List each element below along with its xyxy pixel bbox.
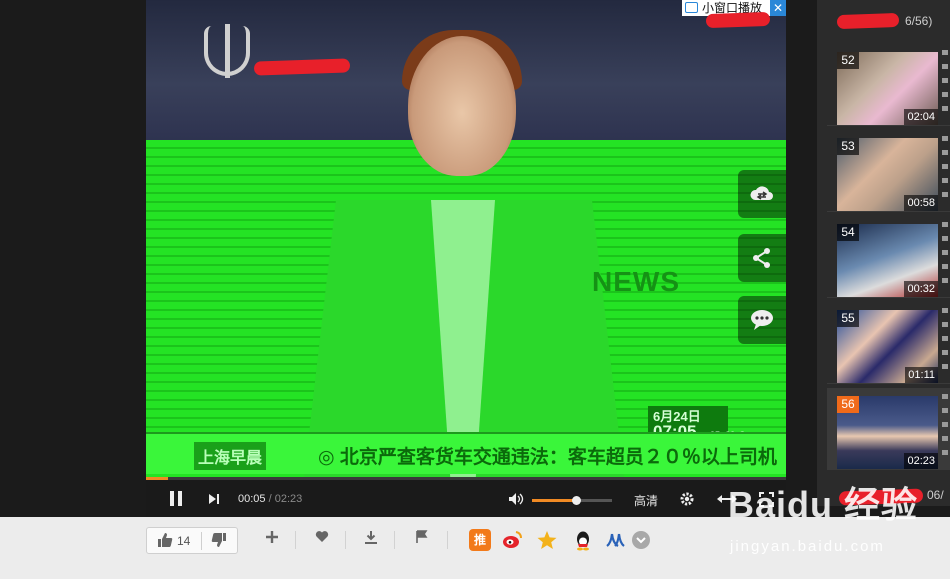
item-duration: 00:58 bbox=[904, 195, 938, 211]
playlist-item[interactable]: 54 00:32 bbox=[827, 216, 950, 298]
volume-knob[interactable] bbox=[572, 496, 581, 505]
like-dislike-group: 14 bbox=[146, 527, 238, 554]
weibo-icon[interactable] bbox=[501, 529, 523, 551]
volume-icon bbox=[509, 493, 524, 505]
qq-icon[interactable] bbox=[572, 529, 594, 551]
divider bbox=[394, 531, 395, 549]
settings-icon bbox=[680, 492, 694, 506]
pause-button[interactable] bbox=[168, 490, 184, 507]
close-icon[interactable]: ✕ bbox=[770, 0, 786, 16]
share-icon bbox=[753, 248, 770, 268]
ticker-text: ◎ 北京严查客货车交通违法：客车超员２０％以上司机 bbox=[318, 447, 777, 468]
download-icon bbox=[365, 531, 377, 544]
ticker-program-label: 上海早晨 bbox=[194, 442, 267, 470]
favorite-heart-icon bbox=[315, 531, 329, 542]
player-control-bar: 00:05 / 02:23 高清 bbox=[146, 477, 786, 517]
channel-logo-stem bbox=[225, 24, 230, 78]
playlist-item[interactable]: 55 01:11 bbox=[827, 302, 950, 384]
next-icon bbox=[209, 494, 219, 504]
playlist-item-active[interactable]: 56 02:23 bbox=[827, 388, 950, 470]
item-title-snippet bbox=[942, 394, 948, 464]
pause-icon bbox=[170, 491, 182, 506]
total-time: 02:23 bbox=[274, 493, 303, 505]
like-button[interactable] bbox=[155, 532, 175, 552]
item-duration: 02:04 bbox=[904, 109, 938, 125]
item-title-snippet bbox=[942, 308, 948, 378]
cloud-cast-button[interactable] bbox=[738, 170, 786, 218]
time-separator: / bbox=[265, 493, 275, 505]
share-button[interactable] bbox=[738, 234, 786, 282]
item-number: 55 bbox=[837, 310, 859, 327]
comment-icon bbox=[751, 310, 773, 330]
progress-bar[interactable] bbox=[146, 477, 786, 480]
playlist-item[interactable]: 52 02:04 bbox=[827, 44, 950, 126]
thumbs-up-icon bbox=[158, 533, 173, 547]
item-number: 54 bbox=[837, 224, 859, 241]
settings-button[interactable] bbox=[679, 491, 695, 507]
qq-glyph bbox=[577, 531, 589, 551]
divider bbox=[345, 531, 346, 549]
add-button[interactable] bbox=[262, 530, 282, 550]
news-overlay-text: NEWS bbox=[592, 266, 680, 297]
playlist-header: 6/56) bbox=[905, 14, 933, 28]
news-ticker: 上海早晨 ◎ 北京严查客货车交通违法：客车超员２０％以上司机 bbox=[146, 432, 786, 474]
anchor-head bbox=[408, 36, 516, 176]
item-title-snippet bbox=[942, 136, 948, 206]
chevron-down-glyph bbox=[636, 537, 646, 544]
tv-icon bbox=[685, 2, 698, 13]
item-duration: 01:11 bbox=[905, 367, 938, 383]
playback-time: 00:05 / 02:23 bbox=[238, 493, 302, 505]
video-player[interactable]: NEWS 6月24日 07:05 25~29°C 上海早晨 ◎ 北京严查客货车交… bbox=[146, 0, 786, 477]
playlist-footer: 06/ bbox=[927, 488, 944, 502]
divider bbox=[447, 531, 448, 549]
report-flag-icon bbox=[416, 530, 428, 543]
item-title-snippet bbox=[942, 222, 948, 292]
video-thumbnail[interactable]: 53 00:58 bbox=[837, 138, 938, 211]
download-button[interactable] bbox=[361, 530, 381, 550]
item-duration: 02:23 bbox=[904, 453, 938, 469]
report-button[interactable] bbox=[412, 530, 432, 550]
current-time: 00:05 bbox=[238, 493, 266, 505]
playlist-panel: 6/56) 52 02:04 53 00:58 54 00:32 55 01:1… bbox=[817, 0, 950, 506]
next-button[interactable] bbox=[208, 493, 220, 505]
volume-fill bbox=[532, 499, 576, 502]
weibo-glyph bbox=[503, 531, 522, 548]
star-icon[interactable] bbox=[536, 529, 558, 551]
like-count: 14 bbox=[177, 534, 191, 548]
redaction-mark bbox=[705, 11, 771, 29]
divider bbox=[201, 532, 202, 550]
comment-button[interactable] bbox=[738, 296, 786, 344]
volume-button[interactable] bbox=[508, 492, 524, 506]
video-thumbnail[interactable]: 56 02:23 bbox=[837, 396, 938, 469]
item-duration: 00:32 bbox=[904, 281, 938, 297]
baidu-watermark: Baidu 经验 bbox=[728, 484, 919, 525]
cloud-cast-icon bbox=[750, 186, 773, 200]
item-title-snippet bbox=[942, 50, 948, 120]
progress-fill bbox=[146, 477, 169, 480]
renren-icon[interactable] bbox=[604, 529, 626, 551]
video-thumbnail[interactable]: 54 00:32 bbox=[837, 224, 938, 297]
divider bbox=[295, 531, 296, 549]
thumbs-down-icon bbox=[211, 533, 226, 547]
renren-glyph bbox=[606, 533, 625, 547]
dislike-button[interactable] bbox=[209, 532, 229, 552]
favorite-button[interactable] bbox=[312, 530, 332, 550]
playlist-item[interactable]: 53 00:58 bbox=[827, 130, 950, 212]
video-thumbnail[interactable]: 52 02:04 bbox=[837, 52, 938, 125]
quality-button[interactable]: 高清 bbox=[634, 492, 658, 509]
volume-slider[interactable] bbox=[532, 496, 612, 505]
video-page: NEWS 6月24日 07:05 25~29°C 上海早晨 ◎ 北京严查客货车交… bbox=[0, 0, 950, 579]
more-chevron-icon[interactable] bbox=[632, 531, 650, 549]
tui-share-icon[interactable]: 推 bbox=[469, 529, 491, 551]
baidu-watermark-url: jingyan.baidu.com bbox=[730, 538, 885, 555]
item-number: 53 bbox=[837, 138, 859, 155]
item-number: 56 bbox=[837, 396, 859, 413]
video-thumbnail[interactable]: 55 01:11 bbox=[837, 310, 938, 383]
star-glyph bbox=[537, 531, 557, 549]
redaction-mark bbox=[836, 12, 900, 30]
add-icon bbox=[266, 531, 278, 543]
item-number: 52 bbox=[837, 52, 859, 69]
